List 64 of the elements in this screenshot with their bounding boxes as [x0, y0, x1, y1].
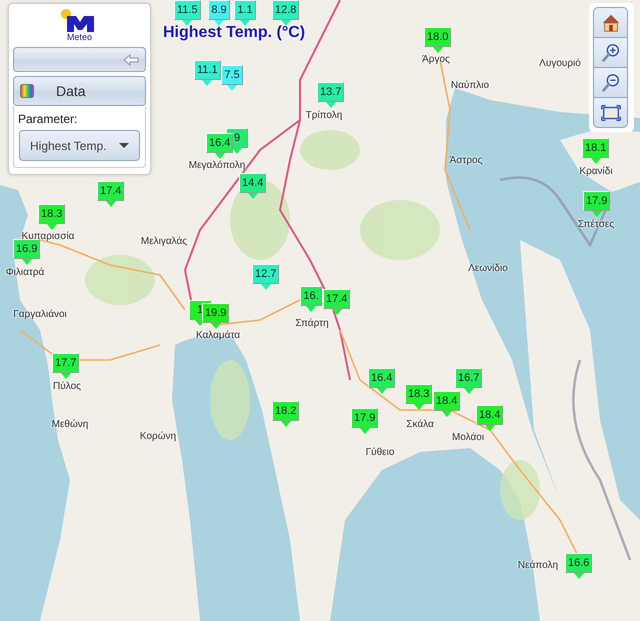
- parameter-dropdown[interactable]: Highest Temp.: [19, 130, 140, 161]
- temperature-marker[interactable]: 14.4: [239, 173, 266, 199]
- temperature-marker[interactable]: 16.: [300, 286, 322, 312]
- place-label: Άστρος: [450, 155, 482, 166]
- place-label: Κορώνη: [140, 431, 176, 442]
- place-label: Μολάοι: [452, 432, 484, 443]
- data-button[interactable]: Data: [13, 76, 146, 106]
- temperature-marker[interactable]: 19.9: [202, 303, 230, 329]
- temperature-marker[interactable]: 11.5: [174, 0, 201, 26]
- place-label: Καλαμάτα: [196, 330, 240, 341]
- temperature-marker[interactable]: 16.4: [206, 133, 234, 159]
- place-label: Κυπαρισσία: [22, 231, 74, 242]
- temperature-marker[interactable]: 17.7: [52, 353, 80, 379]
- place-label: Ναύπλιο: [450, 80, 490, 91]
- zoom-out-button[interactable]: [593, 67, 628, 98]
- home-button[interactable]: [593, 7, 628, 38]
- temperature-marker[interactable]: 12.7: [252, 264, 280, 290]
- place-label: Νεάπολη: [518, 560, 558, 571]
- temperature-marker[interactable]: 17.9: [351, 408, 378, 434]
- temperature-marker[interactable]: 16.7: [455, 368, 482, 394]
- place-label: Μελιγαλάς: [140, 236, 188, 247]
- temperature-marker[interactable]: 16.9: [13, 239, 40, 265]
- temperature-marker[interactable]: 16.6: [565, 553, 592, 579]
- temperature-marker[interactable]: 12.8: [272, 0, 300, 26]
- temperature-marker[interactable]: 11.1: [194, 60, 221, 86]
- temperature-marker[interactable]: 18.2: [272, 401, 300, 427]
- place-label: Σπάρτη: [295, 318, 329, 329]
- color-palette-icon: [20, 84, 34, 98]
- place-label: Γαργαλιάνοι: [13, 309, 67, 320]
- temperature-marker[interactable]: 18.0: [424, 27, 452, 53]
- place-label: Πύλος: [53, 381, 81, 392]
- place-label: Σπέτσες: [578, 219, 614, 230]
- temperature-marker[interactable]: 8.9: [208, 0, 230, 26]
- temperature-marker[interactable]: 17.4: [97, 181, 124, 207]
- parameter-label: Parameter:: [18, 112, 78, 126]
- temperature-marker[interactable]: 13.7: [317, 82, 344, 108]
- place-label: Σκάλα: [406, 419, 434, 430]
- place-label: Γύθειο: [366, 447, 394, 458]
- arrow-icon: [123, 54, 139, 66]
- temperature-marker[interactable]: 1.1: [234, 0, 256, 26]
- temperature-marker[interactable]: 18.4: [433, 391, 460, 417]
- temperature-marker[interactable]: 18.3: [405, 384, 432, 410]
- place-label: Μεγαλόπολη: [188, 160, 246, 171]
- zoom-in-icon: [600, 42, 622, 64]
- place-label: Τρίπολη: [306, 110, 342, 121]
- temperature-marker[interactable]: 18.3: [38, 204, 66, 230]
- zoom-in-button[interactable]: [593, 37, 628, 68]
- full-extent-button[interactable]: [593, 97, 628, 128]
- logo-text: Meteo: [66, 32, 92, 43]
- place-label: Φιλιατρά: [6, 267, 44, 278]
- temperature-marker[interactable]: 18.4: [476, 405, 504, 431]
- caret-icon: [119, 142, 129, 148]
- zoom-out-icon: [600, 72, 622, 94]
- place-label: Άργος: [422, 54, 450, 65]
- temperature-marker[interactable]: 16.4: [368, 368, 396, 394]
- temperature-marker[interactable]: 17.9: [583, 191, 610, 217]
- place-label: Μεθώνη: [52, 419, 88, 430]
- place-label: Κρανίδι: [579, 166, 613, 177]
- place-label: Λεωνίδιο: [468, 263, 508, 274]
- temperature-marker[interactable]: 7.5: [221, 65, 243, 91]
- map-title: Highest Temp. (°C): [163, 24, 306, 42]
- place-label: Λυγουριό: [539, 58, 581, 69]
- temperature-marker[interactable]: 17.4: [323, 289, 350, 315]
- temperature-marker[interactable]: 18.1: [582, 138, 610, 164]
